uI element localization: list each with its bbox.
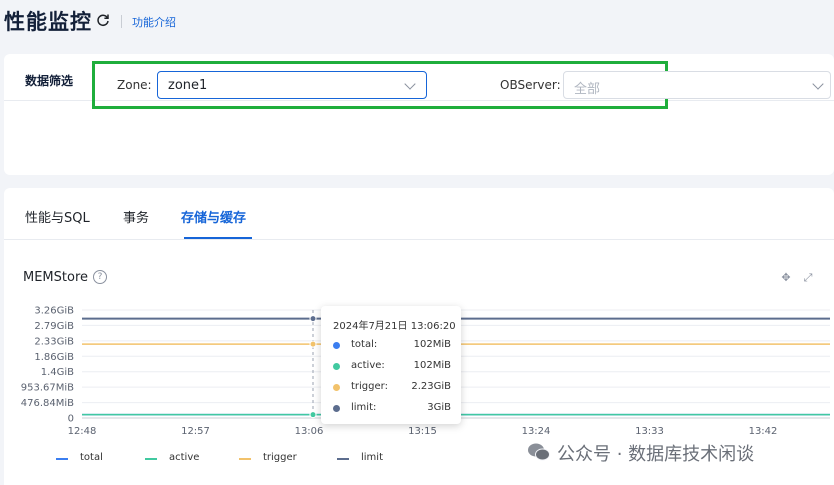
series-dot-icon	[333, 384, 340, 391]
chart-tooltip: 2024年7月21日 13:06:20 total: 102MiB active…	[321, 306, 461, 424]
x-tick-label: 13:42	[749, 426, 778, 437]
tab-bar: 性能与SQL 事务 存储与缓存	[4, 188, 834, 240]
legend-label: limit	[361, 452, 383, 463]
legend-label: active	[169, 452, 200, 463]
y-tick-label: 2.79GiB	[34, 321, 74, 332]
observer-select-placeholder: 全部	[574, 82, 601, 97]
y-tick-label: 0	[68, 414, 74, 425]
feature-intro-link[interactable]: 功能介绍	[132, 14, 176, 30]
help-icon[interactable]: ?	[93, 270, 107, 284]
tooltip-series-value: 102MiB	[413, 339, 451, 350]
tooltip-series-value: 2.23GiB	[411, 381, 451, 392]
page-title: 性能监控	[4, 10, 92, 34]
y-tick-label: 476.84MiB	[21, 398, 74, 409]
zone-select[interactable]: zone1	[157, 71, 427, 99]
y-tick-label: 3.26GiB	[34, 306, 74, 317]
hover-point-trigger	[309, 340, 317, 348]
filter-title: 数据筛选	[25, 74, 74, 88]
hover-point-active	[309, 411, 317, 419]
y-tick-label: 953.67MiB	[21, 383, 74, 394]
observer-select[interactable]: 全部	[563, 71, 831, 99]
tooltip-row: total: 102MiB	[333, 339, 451, 353]
active-tab-indicator	[184, 237, 252, 239]
y-tick-label: 2.33GiB	[34, 336, 74, 347]
zone-label: Zone:	[117, 78, 152, 92]
tooltip-time: 2024年7月21日 13:06:20	[333, 321, 456, 332]
observer-label: OBServer:	[500, 78, 561, 92]
legend-line-icon	[239, 458, 251, 460]
tooltip-series-name: active:	[351, 360, 385, 371]
tab-storage-cache[interactable]: 存储与缓存	[181, 207, 246, 226]
tab-transaction[interactable]: 事务	[123, 207, 149, 226]
tooltip-series-name: limit:	[351, 402, 377, 413]
legend-line-icon	[145, 458, 157, 460]
tooltip-row: trigger: 2.23GiB	[333, 381, 451, 395]
fullscreen-icon[interactable]: ⤢	[802, 272, 814, 284]
chart-title: MEMStore	[23, 270, 89, 285]
tooltip-series-value: 102MiB	[413, 360, 451, 371]
hover-point-limit	[309, 315, 317, 323]
legend-label: trigger	[263, 452, 297, 463]
x-tick-label: 12:48	[68, 426, 97, 437]
series-dot-icon	[333, 405, 340, 412]
y-tick-label: 1.4GiB	[41, 367, 74, 378]
tooltip-series-name: trigger:	[351, 381, 388, 392]
x-tick-label: 13:24	[522, 426, 551, 437]
tooltip-series-name: total:	[351, 339, 378, 350]
zone-select-value: zone1	[168, 78, 208, 93]
chevron-down-icon	[812, 78, 824, 90]
legend-label: total	[80, 452, 103, 463]
series-dot-icon	[333, 342, 340, 349]
tab-performance-sql[interactable]: 性能与SQL	[25, 207, 90, 226]
legend-line-icon	[56, 458, 68, 460]
chevron-down-icon	[404, 78, 416, 90]
header-divider	[121, 15, 122, 28]
y-tick-label: 1.86GiB	[34, 352, 74, 363]
refresh-icon[interactable]	[96, 13, 110, 27]
x-tick-label: 13:06	[295, 426, 324, 437]
x-tick-label: 13:33	[635, 426, 664, 437]
watermark-text: 公众号 · 数据库技术闲谈	[557, 444, 755, 465]
tooltip-row: active: 102MiB	[333, 360, 451, 374]
tooltip-row: limit: 3GiB	[333, 402, 451, 416]
wechat-icon	[528, 443, 550, 461]
series-dot-icon	[333, 363, 340, 370]
x-tick-label: 13:15	[408, 426, 437, 437]
tooltip-series-value: 3GiB	[427, 402, 451, 413]
legend-line-icon	[337, 458, 349, 460]
move-icon[interactable]: ✥	[780, 272, 792, 284]
page-header: 性能监控 功能介绍	[0, 0, 834, 44]
x-tick-label: 12:57	[181, 426, 210, 437]
